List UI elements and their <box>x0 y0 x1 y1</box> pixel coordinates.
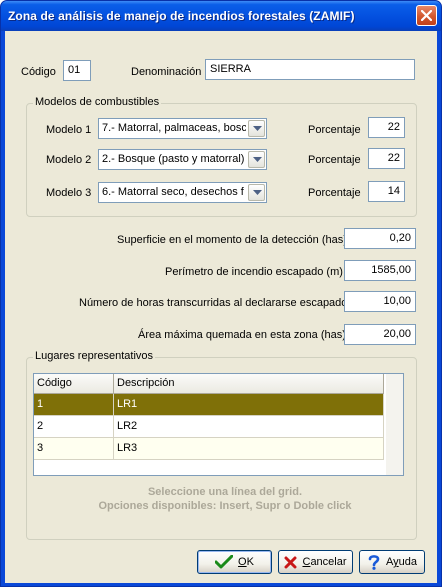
grid-cell-codigo: 1 <box>34 394 114 415</box>
cancel-button[interactable]: Cancelar <box>278 550 353 574</box>
table-row[interactable]: 1 LR1 <box>34 394 384 416</box>
porcentaje-2-field[interactable]: 22 <box>368 148 405 169</box>
porcentaje-1-label: Porcentaje <box>308 124 361 136</box>
grid-cell-descripcion: LR3 <box>114 438 384 459</box>
perimetro-field[interactable]: 1585,00 <box>344 260 416 281</box>
help-button[interactable]: Ayuda <box>359 550 425 574</box>
modelo-3-dropdown-button[interactable] <box>248 184 265 201</box>
perimetro-label: Perímetro de incendio escapado (m) <box>165 266 343 278</box>
ok-button-label: OK <box>238 556 254 568</box>
codigo-label: Código <box>21 66 56 78</box>
modelo-1-select[interactable]: 7.- Matorral, palmaceas, bosc <box>98 118 267 139</box>
modelo-2-label: Modelo 2 <box>46 154 92 166</box>
modelo-2-value: 2.- Bosque (pasto y matorral) <box>102 153 245 165</box>
denominacion-label: Denominación <box>131 66 202 78</box>
grid-hint-line1: Seleccione una línea del grid. <box>147 486 303 498</box>
grid-cell-codigo: 3 <box>34 438 114 459</box>
area-maxima-field[interactable]: 20,00 <box>344 324 416 345</box>
modelo-3-value: 6.- Matorral seco, desechos f <box>102 186 244 198</box>
cancel-button-label: Cancelar <box>302 556 347 568</box>
grid-header: Código Descripción <box>34 374 384 394</box>
chevron-down-icon <box>253 126 262 131</box>
grid-cell-descripcion: LR2 <box>114 416 384 437</box>
title-bar[interactable]: Zona de análisis de manejo de incendios … <box>1 1 441 31</box>
x-icon <box>284 556 297 568</box>
grid-column-codigo[interactable]: Código <box>34 374 114 394</box>
help-button-label: Ayuda <box>386 556 417 568</box>
modelo-3-select[interactable]: 6.- Matorral seco, desechos f <box>98 182 267 203</box>
chevron-down-icon <box>253 190 262 195</box>
check-icon <box>215 555 234 569</box>
grid-hint-line2: Opciones disponibles: Insert, Supr o Dob… <box>98 500 352 512</box>
table-row[interactable]: 2 LR2 <box>34 416 384 438</box>
modelo-3-label: Modelo 3 <box>46 187 92 199</box>
grid-column-descripcion[interactable]: Descripción <box>114 374 384 394</box>
lugares-group-title: Lugares representativos <box>33 350 156 362</box>
chevron-down-icon <box>253 157 262 162</box>
table-row[interactable]: 3 LR3 <box>34 438 384 460</box>
porcentaje-1-field[interactable]: 22 <box>368 117 405 138</box>
porcentaje-3-label: Porcentaje <box>308 187 361 199</box>
modelo-1-dropdown-button[interactable] <box>248 120 265 137</box>
superficie-field[interactable]: 0,20 <box>344 228 416 249</box>
grid-cell-codigo: 2 <box>34 416 114 437</box>
lugares-grid[interactable]: Código Descripción 1 LR1 2 LR2 3 LR3 <box>33 373 404 476</box>
porcentaje-3-field[interactable]: 14 <box>368 181 405 202</box>
denominacion-field[interactable]: SIERRA <box>205 59 415 80</box>
window-title: Zona de análisis de manejo de incendios … <box>8 9 355 23</box>
question-icon <box>368 555 380 570</box>
ok-button[interactable]: OK <box>197 550 272 574</box>
horas-label: Número de horas transcurridas al declara… <box>79 297 348 309</box>
modelo-2-select[interactable]: 2.- Bosque (pasto y matorral) <box>98 149 267 170</box>
close-button[interactable] <box>416 5 437 26</box>
close-icon <box>421 10 432 21</box>
modelo-1-label: Modelo 1 <box>46 124 92 136</box>
modelos-group-title: Modelos de combustibles <box>33 96 162 108</box>
porcentaje-2-label: Porcentaje <box>308 154 361 166</box>
grid-scrollbar[interactable] <box>386 374 403 475</box>
modelo-2-dropdown-button[interactable] <box>248 151 265 168</box>
dialog-body: Código 01 Denominación SIERRA Modelos de… <box>5 31 437 583</box>
area-maxima-label: Área máxima quemada en esta zona (has) <box>138 329 346 341</box>
horas-field[interactable]: 10,00 <box>344 291 416 312</box>
codigo-field[interactable]: 01 <box>63 60 91 81</box>
grid-cell-descripcion: LR1 <box>114 394 384 415</box>
modelo-1-value: 7.- Matorral, palmaceas, bosc <box>102 122 246 134</box>
superficie-label: Superficie en el momento de la detección… <box>117 234 347 246</box>
dialog-window: Zona de análisis de manejo de incendios … <box>0 0 442 587</box>
